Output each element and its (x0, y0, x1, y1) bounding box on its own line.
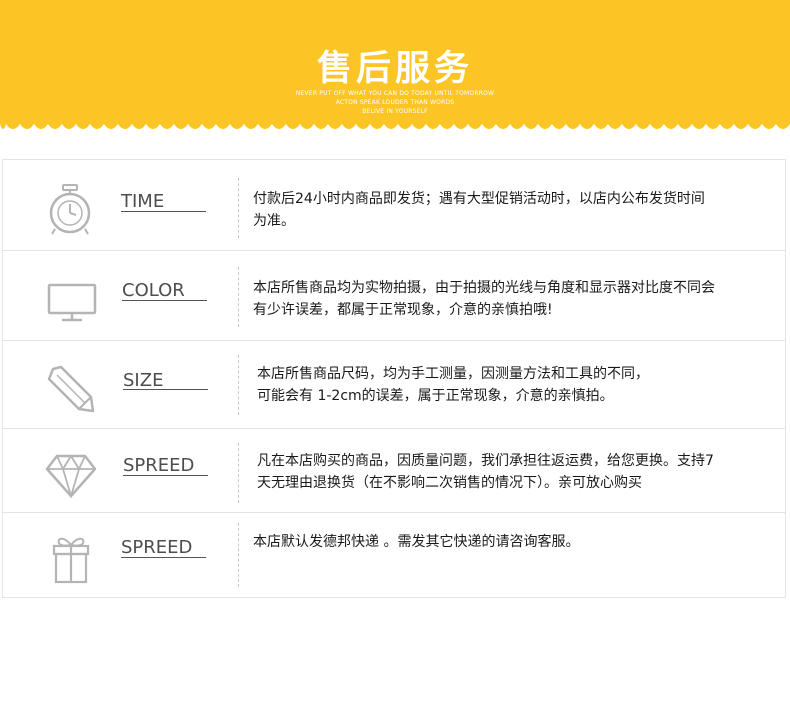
row-description: 本店默认发德邦快递 。需发其它快递的请咨询客服。 (253, 531, 579, 553)
stopwatch-icon (49, 184, 91, 235)
label-underline (121, 557, 206, 558)
description-line: 天无理由退换货（在不影响二次销售的情况下）。亲可放心购买 (257, 475, 642, 491)
service-row-quality: SPREED 凡在本店购买的商品，因质量问题，我们承担往返运费，给您更换。支持7… (3, 429, 785, 513)
description-line: 可能会有 1-2cm的误差，属于正常现象，介意的亲慎拍。 (257, 388, 614, 404)
label-underline (123, 475, 208, 476)
service-row-size: SIZE 本店所售商品尺码，均为手工测量，因测量方法和工具的不同， 可能会有 1… (3, 341, 785, 429)
pencil-icon (47, 365, 95, 413)
page-title: 售后服务 (316, 49, 473, 89)
tagline-2: ACTON SPEAK LOUDER THAN WORDS (335, 99, 455, 106)
row-divider (238, 267, 239, 327)
service-table: TIME 付款后24小时内商品即发货；遇有大型促销活动时，以店内公布发货时间 为… (2, 159, 786, 598)
row-label: TIME (121, 191, 165, 212)
row-divider (238, 355, 239, 415)
monitor-icon (47, 283, 97, 322)
service-row-time: TIME 付款后24小时内商品即发货；遇有大型促销活动时，以店内公布发货时间 为… (3, 160, 785, 251)
label-underline (123, 389, 208, 390)
description-line: 有少许误差，都属于正常现象，介意的亲慎拍哦! (253, 302, 553, 318)
description-line: 付款后24小时内商品即发货；遇有大型促销活动时，以店内公布发货时间 (253, 191, 705, 207)
label-underline (121, 211, 206, 212)
service-row-color: COLOR 本店所售商品均为实物拍摄，由于拍摄的光线与角度和显示器对比度不同会 … (3, 251, 785, 341)
diamond-icon (45, 454, 97, 498)
row-divider (238, 443, 239, 503)
row-description: 本店所售商品尺码，均为手工测量，因测量方法和工具的不同， 可能会有 1-2cm的… (257, 363, 649, 407)
row-label: SPREED (123, 455, 195, 476)
gift-icon (52, 537, 90, 584)
row-label: SPREED (121, 537, 193, 558)
header-banner: 售后服务 NEVER PUT OFF WHAT YOU CAN DO TODAY… (0, 0, 790, 136)
tagline-1: NEVER PUT OFF WHAT YOU CAN DO TODAY UNTI… (295, 90, 495, 97)
row-divider (238, 523, 239, 587)
row-description: 凡在本店购买的商品，因质量问题，我们承担往返运费，给您更换。支持7 天无理由退换… (257, 450, 714, 494)
description-line: 凡在本店购买的商品，因质量问题，我们承担往返运费，给您更换。支持7 (257, 453, 714, 469)
description-line: 为准。 (253, 213, 295, 229)
description-line: 本店默认发德邦快递 。需发其它快递的请咨询客服。 (253, 534, 580, 550)
row-label: SIZE (123, 370, 164, 391)
service-row-shipping: SPREED 本店默认发德邦快递 。需发其它快递的请咨询客服。 (3, 513, 785, 598)
row-description: 本店所售商品均为实物拍摄，由于拍摄的光线与角度和显示器对比度不同会 有少许误差，… (253, 277, 715, 321)
description-line: 本店所售商品均为实物拍摄，由于拍摄的光线与角度和显示器对比度不同会 (253, 280, 715, 296)
tagline-3: BELIVE IN YOURSELF (362, 108, 428, 115)
description-line: 本店所售商品尺码，均为手工测量，因测量方法和工具的不同， (257, 366, 649, 382)
row-divider (238, 178, 239, 238)
row-description: 付款后24小时内商品即发货；遇有大型促销活动时，以店内公布发货时间 为准。 (253, 188, 705, 232)
row-label: COLOR (122, 280, 185, 301)
label-underline (122, 300, 207, 301)
